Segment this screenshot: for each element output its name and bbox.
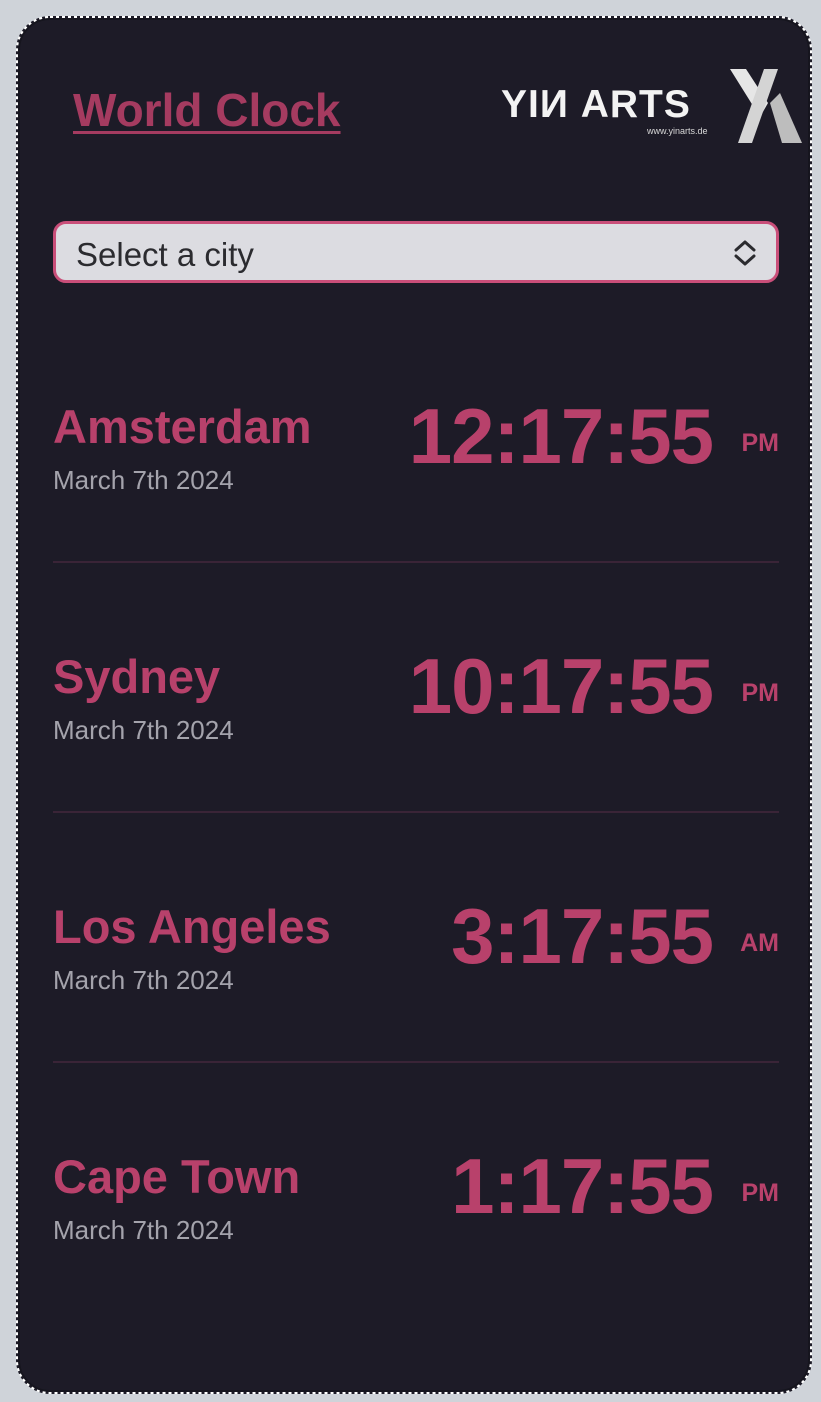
city-date: March 7th 2024 (53, 1215, 234, 1245)
city-name: Los Angeles (53, 900, 331, 953)
city-name: Cape Town (53, 1150, 301, 1203)
city-ampm: PM (741, 679, 780, 707)
chevron-up-down-icon (734, 240, 756, 266)
yinarts-logo: YIИ ARTS www.yinarts.de (501, 69, 802, 145)
app-frame: World Clock YIИ ARTS www.yinarts.de Sele… (16, 16, 812, 1394)
clock-row: Sydney March 7th 2024 10:17:55 PM (53, 642, 780, 799)
row-divider (53, 561, 779, 563)
world-clock-title-link[interactable]: World Clock (73, 83, 341, 137)
city-ampm: PM (741, 1179, 780, 1207)
city-ampm: PM (741, 429, 780, 457)
city-date: March 7th 2024 (53, 465, 234, 495)
city-time: 10:17:55 (408, 642, 714, 730)
row-divider (53, 811, 779, 813)
city-select-value: Select a city (76, 236, 254, 273)
city-time: 1:17:55 (451, 1142, 714, 1230)
city-date: March 7th 2024 (53, 965, 234, 995)
city-time: 12:17:55 (408, 392, 714, 480)
clock-row: Los Angeles March 7th 2024 3:17:55 AM (53, 892, 779, 1049)
city-name: Sydney (53, 650, 221, 703)
city-time: 3:17:55 (451, 892, 714, 980)
city-ampm: AM (740, 929, 779, 957)
clock-row: Amsterdam March 7th 2024 12:17:55 PM (53, 392, 780, 549)
yinarts-logo-mark-icon (730, 69, 802, 143)
row-divider (53, 1061, 779, 1063)
city-date: March 7th 2024 (53, 715, 234, 745)
logo-text: YIИ ARTS (501, 83, 691, 126)
city-name: Amsterdam (53, 400, 312, 453)
city-select[interactable]: Select a city (53, 221, 779, 283)
clock-row: Cape Town March 7th 2024 1:17:55 PM (53, 1142, 780, 1299)
logo-url: www.yinarts.de (647, 126, 708, 136)
